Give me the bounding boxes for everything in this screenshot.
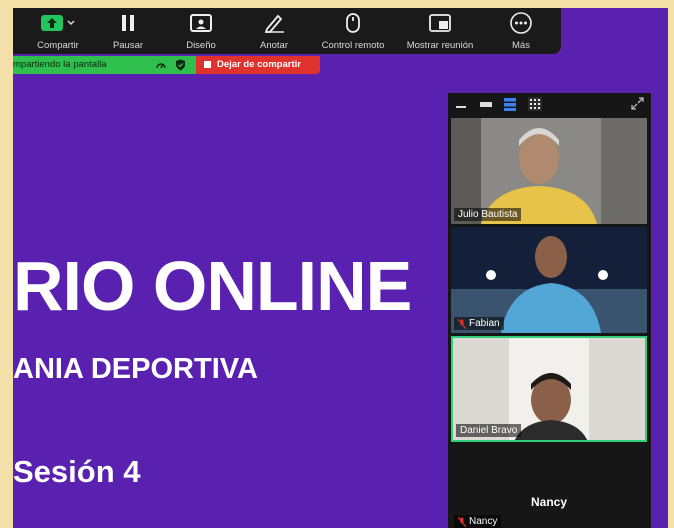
share-button[interactable]: Compartir — [23, 8, 93, 54]
show-meeting-icon — [429, 12, 451, 34]
pause-button[interactable]: Pausar — [98, 8, 158, 54]
slide-subtitle: ANIA DEPORTIVA — [13, 353, 258, 385]
share-toolbar: Compartir Pausar Diseño Anotar Control r… — [13, 8, 561, 54]
slide-title: RIO ONLINE — [13, 247, 412, 325]
toolbar-label: Control remoto — [321, 40, 385, 51]
more-button[interactable]: Más — [499, 8, 543, 54]
expand-icon[interactable] — [631, 97, 644, 110]
gallery-view-icon[interactable] — [528, 97, 542, 111]
security-shield-icon[interactable] — [175, 59, 186, 71]
annotate-button[interactable]: Anotar — [245, 8, 303, 54]
participant-name: Fabian — [454, 317, 504, 330]
toolbar-label: Diseño — [186, 40, 216, 51]
muted-mic-icon — [458, 318, 466, 329]
video-panel: Julio Bautista Fabian Daniel Bravo Nancy — [448, 93, 651, 528]
remote-control-button[interactable]: Control remoto — [313, 8, 393, 54]
participant-tile-active[interactable]: Daniel Bravo — [451, 336, 647, 442]
minimize-icon[interactable] — [456, 101, 466, 109]
panel-toolbar — [448, 93, 651, 115]
layout-icon — [190, 12, 212, 34]
show-meeting-button[interactable]: Mostrar reunión — [400, 8, 480, 54]
layout-button[interactable]: Diseño — [173, 8, 229, 54]
participant-tile[interactable]: Fabian — [451, 227, 647, 333]
stop-share-button[interactable]: Dejar de compartir — [196, 56, 320, 74]
toolbar-label: Pausar — [112, 40, 144, 51]
stop-icon — [204, 61, 211, 68]
stop-share-label: Dejar de compartir — [217, 59, 301, 70]
filmstrip-view-icon[interactable] — [504, 97, 516, 111]
annotate-icon — [263, 12, 285, 34]
participant-tile[interactable]: Julio Bautista — [451, 118, 647, 224]
pause-icon — [121, 12, 135, 34]
sharing-status-text: mpartiendo la pantalla — [13, 59, 107, 70]
muted-mic-icon — [458, 516, 466, 527]
share-screen-icon — [41, 12, 75, 34]
participant-name: Daniel Bravo — [456, 424, 522, 437]
participant-tile[interactable]: Nancy Nancy — [451, 445, 647, 528]
participant-name: Nancy — [454, 515, 502, 528]
speaker-view-icon[interactable] — [480, 99, 492, 109]
participant-display-name: Nancy — [530, 495, 568, 509]
sharing-status-bar: mpartiendo la pantalla — [13, 56, 196, 74]
network-quality-icon[interactable] — [155, 59, 167, 71]
toolbar-label: Más — [512, 40, 530, 51]
toolbar-label: Compartir — [37, 40, 79, 51]
toolbar-label: Anotar — [260, 40, 288, 51]
toolbar-label: Mostrar reunión — [406, 40, 474, 51]
remote-control-icon — [346, 12, 360, 34]
slide-session: Sesión 4 — [13, 454, 141, 489]
more-icon — [510, 12, 532, 34]
participant-name: Julio Bautista — [454, 208, 522, 221]
